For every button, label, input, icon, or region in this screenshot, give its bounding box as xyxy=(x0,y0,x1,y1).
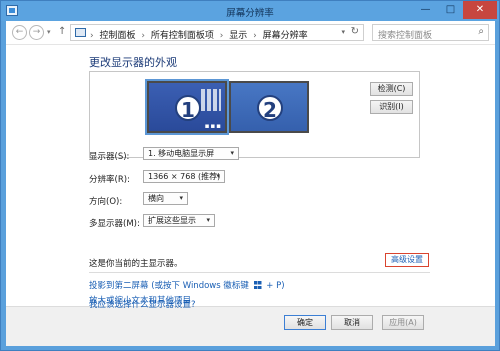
title-bar[interactable]: 屏幕分辨率 — □ ✕ xyxy=(1,1,499,21)
breadcrumb-separator: › xyxy=(219,31,224,41)
project-link-suffix: + P) xyxy=(266,281,285,291)
search-placeholder: 搜索控制面板 xyxy=(378,31,433,41)
up-arrow-icon[interactable]: ↑ xyxy=(58,26,66,37)
control-panel-icon xyxy=(75,28,86,37)
breadcrumb-display[interactable]: 显示 xyxy=(229,31,247,41)
chevron-down-icon: ▾ xyxy=(230,149,234,157)
breadcrumb-separator: › xyxy=(90,31,94,41)
monitor-2-number: 2 xyxy=(257,95,283,122)
back-arrow-icon[interactable]: ← xyxy=(12,25,27,40)
resolution-label: 分辨率(R): xyxy=(89,175,130,185)
breadcrumb-control-panel[interactable]: 控制面板 xyxy=(99,31,135,41)
chevron-down-icon: ▾ xyxy=(206,216,210,224)
apply-button[interactable]: 应用(A) xyxy=(382,315,424,330)
taskbar-dots-icon: ▪▪▪ xyxy=(204,122,222,130)
monitor-1-number: 1 xyxy=(175,95,201,122)
identify-button[interactable]: 识别(I) xyxy=(370,100,413,114)
advanced-settings-link[interactable]: 高级设置 xyxy=(385,253,429,267)
chevron-down-icon: ▾ xyxy=(179,194,183,202)
display-preview-panel: 1 ▪▪▪ 2 检测(C) 识别(I) xyxy=(89,71,420,158)
display-select[interactable]: 1. 移动电脑显示屏 ▾ xyxy=(143,147,239,160)
chevron-down-icon: ▾ xyxy=(216,172,220,180)
address-dropdown-icon[interactable]: ▾ xyxy=(341,28,345,36)
search-input[interactable]: 搜索控制面板 ⌕ xyxy=(372,24,489,41)
monitor-1-tile[interactable]: 1 ▪▪▪ xyxy=(145,79,229,135)
navigation-bar: ← → ▾ ↑ › 控制面板 › 所有控制面板项 › 显示 › 屏幕分辨率 ▾ … xyxy=(6,21,495,45)
project-link-prefix: 投影到第二屏幕 (或按下 Windows 徽标键 xyxy=(89,281,249,291)
detect-button[interactable]: 检测(C) xyxy=(370,82,413,96)
project-second-screen-link[interactable]: 投影到第二屏幕 (或按下 Windows 徽标键 + P) xyxy=(89,279,285,291)
screen-resolution-window: 屏幕分辨率 — □ ✕ ← → ▾ ↑ › 控制面板 › 所有控制面板项 › 显… xyxy=(0,0,500,351)
breadcrumb-separator: › xyxy=(253,31,257,41)
forward-arrow-icon[interactable]: → xyxy=(29,25,44,40)
breadcrumb: › 控制面板 › 所有控制面板项 › 显示 › 屏幕分辨率 xyxy=(90,28,311,41)
cancel-button[interactable]: 取消 xyxy=(331,315,373,330)
multiple-displays-select-value: 扩展这些显示 xyxy=(148,216,196,225)
display-select-value: 1. 移动电脑显示屏 xyxy=(148,149,215,158)
address-bar[interactable]: › 控制面板 › 所有控制面板项 › 显示 › 屏幕分辨率 ▾ ↻ xyxy=(70,24,364,41)
which-settings-link[interactable]: 我应该选择什么显示器设置? xyxy=(89,298,196,310)
primary-display-text: 这是你当前的主显示器。 xyxy=(89,259,183,269)
close-button[interactable]: ✕ xyxy=(463,1,497,19)
display-label: 显示器(S): xyxy=(89,152,130,162)
breadcrumb-separator: › xyxy=(141,31,145,41)
desktop-tiles-icon xyxy=(201,89,221,111)
monitor-2-tile[interactable]: 2 xyxy=(229,81,309,133)
orientation-select-value: 横向 xyxy=(148,194,164,203)
maximize-button[interactable]: □ xyxy=(438,1,463,19)
page-title: 更改显示器的外观 xyxy=(89,56,177,69)
ok-button[interactable]: 确定 xyxy=(284,315,326,330)
content-area: ← → ▾ ↑ › 控制面板 › 所有控制面板项 › 显示 › 屏幕分辨率 ▾ … xyxy=(6,21,495,346)
minimize-button[interactable]: — xyxy=(413,1,438,19)
recent-pages-dropdown-icon[interactable]: ▾ xyxy=(47,28,51,36)
orientation-select[interactable]: 横向 ▾ xyxy=(143,192,188,205)
search-icon[interactable]: ⌕ xyxy=(478,26,484,37)
breadcrumb-screen-resolution[interactable]: 屏幕分辨率 xyxy=(263,31,308,41)
resolution-select[interactable]: 1366 × 768 (推荐) ▾ xyxy=(143,170,225,183)
windows-logo-icon xyxy=(253,281,262,289)
divider xyxy=(89,272,430,273)
refresh-icon[interactable]: ↻ xyxy=(351,26,359,37)
multiple-displays-label: 多显示器(M): xyxy=(89,219,140,229)
orientation-label: 方向(O): xyxy=(89,197,123,207)
resolution-select-value: 1366 × 768 (推荐) xyxy=(148,172,221,181)
multiple-displays-select[interactable]: 扩展这些显示 ▾ xyxy=(143,214,215,227)
breadcrumb-all-items[interactable]: 所有控制面板项 xyxy=(151,31,214,41)
